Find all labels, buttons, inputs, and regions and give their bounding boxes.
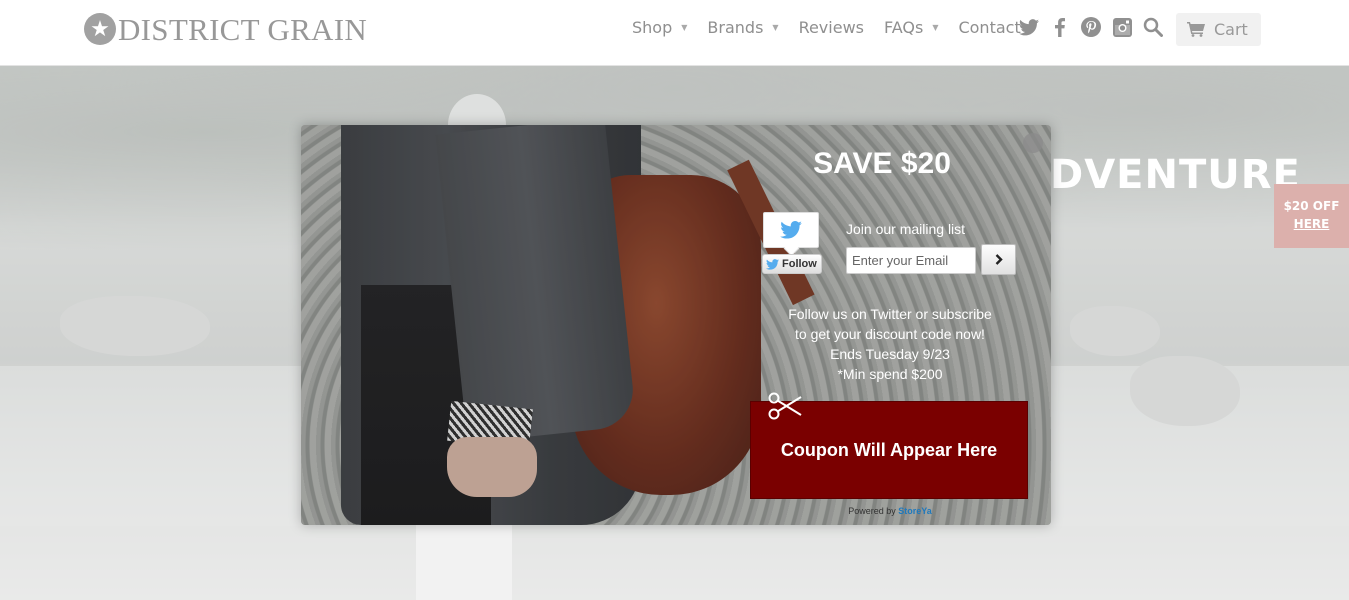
popup-title: SAVE $20 bbox=[813, 147, 951, 180]
promo-line: Ends Tuesday 9/23 bbox=[830, 346, 950, 362]
scissors-icon bbox=[768, 392, 802, 420]
site-header: ★ DISTRICT GRAIN Shop ▼ Brands ▼ Reviews… bbox=[0, 0, 1349, 66]
side-tab-link[interactable]: HERE bbox=[1274, 215, 1349, 233]
nav-item-label: Reviews bbox=[798, 18, 864, 37]
twitter-follow-label: Follow bbox=[782, 258, 817, 270]
nav-item-label: Brands bbox=[707, 18, 764, 37]
cart-button[interactable]: Cart bbox=[1176, 13, 1261, 46]
twitter-follow-button[interactable]: Follow bbox=[762, 254, 822, 274]
star-logo-icon: ★ bbox=[84, 13, 116, 45]
chevron-right-icon bbox=[995, 254, 1003, 265]
promo-line: *Min spend $200 bbox=[837, 366, 943, 382]
nav-item-brands[interactable]: Brands ▼ bbox=[707, 18, 778, 37]
hero-heading: DVENTURE bbox=[1050, 152, 1301, 198]
email-input[interactable] bbox=[846, 247, 976, 274]
discount-side-tab[interactable]: $20 OFF HERE bbox=[1274, 184, 1349, 248]
twitter-icon bbox=[766, 258, 779, 270]
search-icon[interactable] bbox=[1142, 16, 1164, 38]
email-submit-button[interactable] bbox=[981, 244, 1016, 275]
nav-item-shop[interactable]: Shop ▼ bbox=[632, 18, 687, 37]
nav-item-contact[interactable]: Contact bbox=[958, 18, 1020, 37]
cart-icon bbox=[1187, 22, 1205, 37]
nav-item-label: Shop bbox=[632, 18, 673, 37]
storeya-link[interactable]: StoreYa bbox=[898, 506, 932, 516]
cart-label: Cart bbox=[1214, 20, 1248, 39]
facebook-icon[interactable] bbox=[1049, 16, 1071, 38]
caret-down-icon: ▼ bbox=[681, 23, 688, 32]
promo-line: Follow us on Twitter or subscribe bbox=[788, 306, 992, 322]
discount-popup: SAVE $20 Follow Join our mailing list Fo… bbox=[301, 125, 1051, 525]
nav-item-faqs[interactable]: FAQs ▼ bbox=[884, 18, 938, 37]
nav-item-label: Contact bbox=[958, 18, 1021, 37]
coupon-text: Coupon Will Appear Here bbox=[780, 439, 998, 460]
caret-down-icon: ▼ bbox=[772, 23, 779, 32]
twitter-bird-icon bbox=[780, 221, 802, 239]
nav-item-label: FAQs bbox=[883, 18, 924, 37]
instagram-icon[interactable] bbox=[1111, 16, 1133, 38]
twitter-icon[interactable] bbox=[1018, 16, 1040, 38]
powered-prefix: Powered by bbox=[848, 506, 896, 516]
logo-text: DISTRICT GRAIN bbox=[118, 11, 368, 47]
promo-text: Follow us on Twitter or subscribe to get… bbox=[751, 304, 1029, 384]
pinterest-icon[interactable] bbox=[1080, 16, 1102, 38]
mailing-list-label: Join our mailing list bbox=[846, 221, 966, 237]
nav-item-reviews[interactable]: Reviews bbox=[799, 18, 864, 37]
powered-by: Powered by StoreYa bbox=[751, 506, 1029, 516]
twitter-bird-box[interactable] bbox=[763, 212, 819, 248]
social-links bbox=[1018, 16, 1173, 38]
promo-line: to get your discount code now! bbox=[795, 326, 985, 342]
logo[interactable]: ★ DISTRICT GRAIN bbox=[84, 12, 367, 46]
main-nav: Shop ▼ Brands ▼ Reviews FAQs ▼ Contact bbox=[632, 18, 1041, 37]
popup-content: SAVE $20 Follow Join our mailing list Fo… bbox=[750, 125, 1051, 525]
caret-down-icon: ▼ bbox=[932, 23, 939, 32]
side-tab-line1: $20 OFF bbox=[1283, 199, 1340, 213]
